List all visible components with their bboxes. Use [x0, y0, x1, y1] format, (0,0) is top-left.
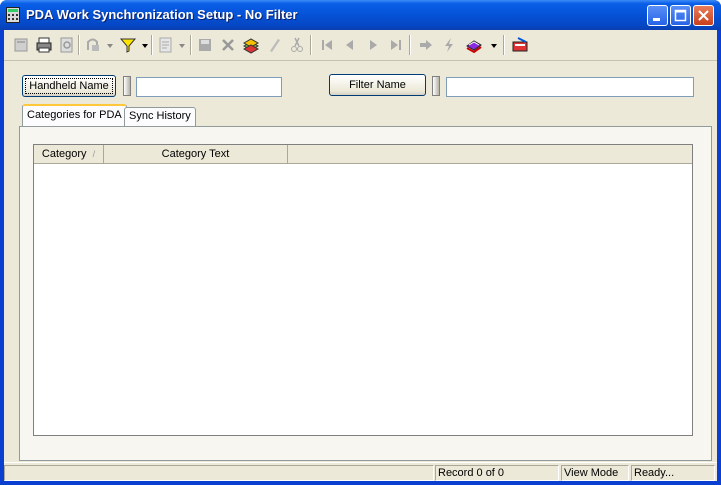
grid-header: Category / Category Text: [34, 145, 692, 164]
tab-sync-history[interactable]: Sync History: [124, 107, 196, 126]
exit-button[interactable]: [509, 34, 531, 56]
minimize-icon: [653, 18, 660, 21]
maximize-button[interactable]: [670, 5, 691, 26]
toolbar-separator: [503, 35, 505, 55]
last-record-button[interactable]: [385, 34, 407, 56]
category-grid[interactable]: Category / Category Text: [33, 144, 693, 436]
next-record-button[interactable]: [362, 34, 384, 56]
exit-icon: [512, 37, 528, 52]
status-state: Ready...: [631, 465, 715, 481]
handheld-name-button[interactable]: Handheld Name: [22, 75, 116, 97]
print-preview-button[interactable]: [56, 34, 78, 56]
delete-button[interactable]: [217, 34, 239, 56]
chevron-down-icon[interactable]: [491, 43, 497, 49]
chevron-down-icon[interactable]: [142, 43, 148, 49]
previous-record-button[interactable]: [339, 34, 361, 56]
column-label: Category: [41, 148, 87, 160]
go-button[interactable]: [415, 34, 437, 56]
handheld-lookup-handle[interactable]: [123, 76, 131, 96]
calculator-icon: [6, 7, 20, 23]
save-icon: [199, 39, 211, 51]
lightning-icon: [445, 38, 453, 52]
application-window: PDA Work Synchronization Setup - No Filt…: [0, 0, 721, 485]
report-icon: [159, 37, 172, 53]
last-record-icon: [391, 40, 401, 50]
maximize-icon: [674, 9, 687, 22]
minimize-button[interactable]: [647, 5, 668, 26]
close-icon: [698, 10, 709, 21]
filter-name-field[interactable]: [446, 77, 694, 97]
filter-lookup-handle[interactable]: [432, 76, 440, 96]
next-record-icon: [370, 40, 377, 50]
status-panel-message: [4, 465, 434, 481]
column-header-category-text[interactable]: Category Text: [104, 145, 288, 163]
client-area: Handheld Name Filter Name Categories for…: [4, 30, 717, 481]
books-icon: [466, 40, 482, 54]
query-icon: [87, 38, 99, 51]
report-button[interactable]: [155, 34, 177, 56]
status-mode: View Mode: [561, 465, 629, 481]
print-button[interactable]: [33, 34, 55, 56]
first-record-button[interactable]: [316, 34, 338, 56]
lightning-button[interactable]: [438, 34, 460, 56]
edit-button[interactable]: [263, 34, 285, 56]
go-icon: [420, 40, 432, 50]
sort-indicator: /: [92, 149, 96, 159]
cut-icon: [291, 37, 303, 52]
filter-name-button[interactable]: Filter Name: [329, 74, 426, 96]
chevron-down-icon[interactable]: [107, 43, 113, 49]
toolbar: [4, 30, 717, 61]
tab-categories-for-pda[interactable]: Categories for PDA: [22, 104, 127, 127]
cut-button[interactable]: [286, 34, 308, 56]
copy-records-button[interactable]: [240, 34, 262, 56]
status-bar: Record 0 of 0 View Mode Ready...: [4, 462, 717, 482]
delete-icon: [222, 39, 234, 51]
books-button[interactable]: [463, 34, 485, 56]
handheld-name-field[interactable]: [136, 77, 282, 97]
chevron-down-icon[interactable]: [179, 43, 185, 49]
preview-icon: [60, 37, 73, 53]
previous-record-icon: [346, 40, 353, 50]
new-icon: [14, 38, 28, 52]
toolbar-separator: [78, 35, 80, 55]
filter-button[interactable]: [117, 34, 139, 56]
toolbar-separator: [409, 35, 411, 55]
window-title: PDA Work Synchronization Setup - No Filt…: [26, 7, 298, 22]
toolbar-separator: [190, 35, 192, 55]
copy-records-icon: [242, 38, 260, 54]
tab-panel-categories: Category / Category Text: [19, 126, 712, 461]
toolbar-separator: [151, 35, 153, 55]
new-button[interactable]: [10, 34, 32, 56]
status-record-count: Record 0 of 0: [435, 465, 559, 481]
title-bar[interactable]: PDA Work Synchronization Setup - No Filt…: [0, 0, 721, 30]
filter-icon: [119, 38, 137, 53]
column-header-category[interactable]: Category /: [34, 145, 104, 163]
save-button[interactable]: [194, 34, 216, 56]
query-button[interactable]: [82, 34, 104, 56]
print-icon: [36, 37, 52, 53]
toolbar-separator: [310, 35, 312, 55]
edit-icon: [270, 39, 280, 52]
close-button[interactable]: [693, 5, 714, 26]
first-record-icon: [322, 40, 332, 50]
